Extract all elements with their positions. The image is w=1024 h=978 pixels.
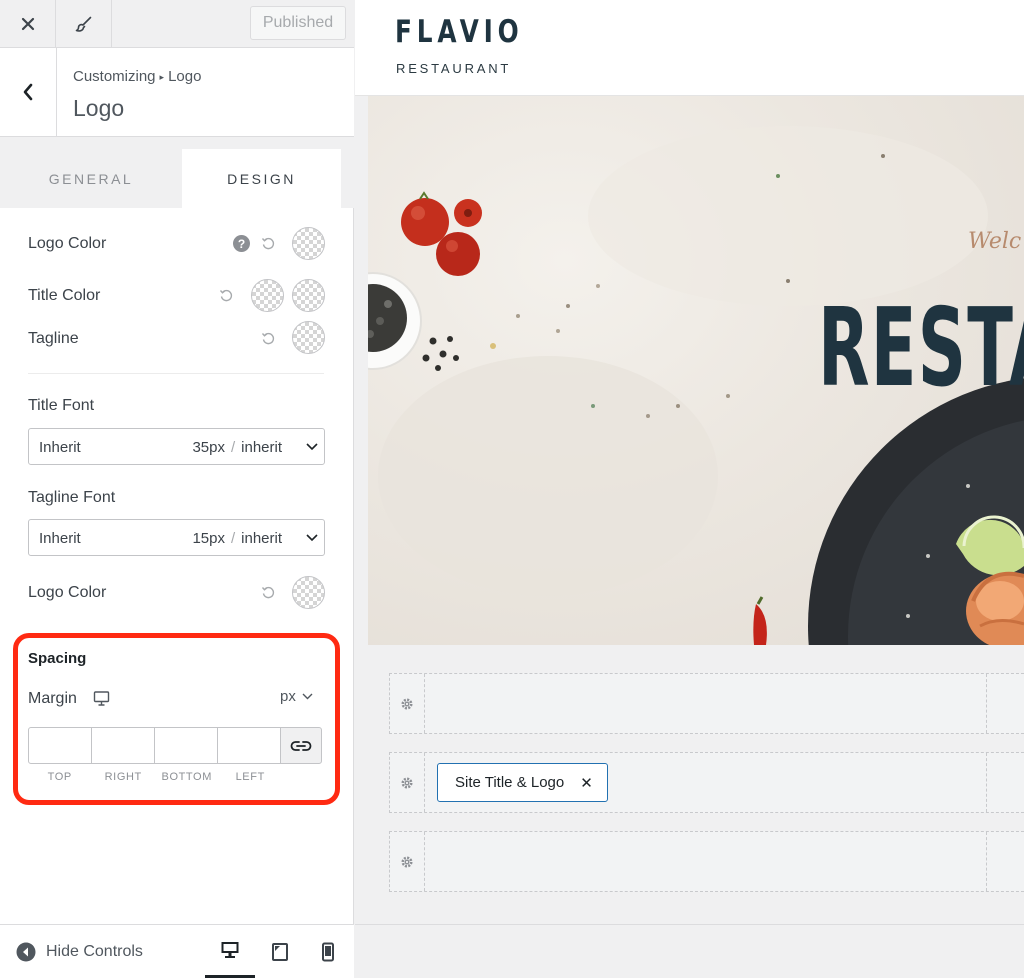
title-font-select[interactable]: Inherit 35px / inherit xyxy=(28,428,325,465)
gear-icon xyxy=(401,856,413,867)
spacing-title: Spacing xyxy=(28,650,87,667)
customizer-footer: Hide Controls xyxy=(0,924,354,978)
divider xyxy=(28,373,324,374)
breadcrumb: Customizing ▸ Logo xyxy=(73,68,201,85)
margin-bottom-input[interactable] xyxy=(154,727,218,764)
caption-bottom: BOTTOM xyxy=(161,771,212,783)
customizer-sidebar: Published Customizing ▸ Logo Logo GENERAL … xyxy=(0,0,354,978)
title-color-swatch[interactable] xyxy=(251,279,284,312)
row-settings-button[interactable] xyxy=(390,753,425,812)
builder-row-top xyxy=(389,673,1024,734)
margin-captions: TOP RIGHT BOTTOM LEFT xyxy=(28,771,282,783)
margin-label: Margin xyxy=(28,690,77,707)
caption-top: TOP xyxy=(47,771,72,783)
breadcrumb-parent: Customizing xyxy=(73,68,156,85)
device-tablet-button[interactable] xyxy=(255,925,305,978)
tagline-color-swatch[interactable] xyxy=(292,321,325,354)
site-preview: FLAVIO RESTAURANT Welc REST Site Title &… xyxy=(355,0,1024,978)
tagline-font-family: Inherit xyxy=(39,530,81,547)
published-button[interactable]: Published xyxy=(250,6,346,40)
reset-icon[interactable] xyxy=(219,288,233,302)
tagline-font-select[interactable]: Inherit 15px / inherit xyxy=(28,519,325,556)
caption-left: LEFT xyxy=(235,771,265,783)
help-icon[interactable]: ? xyxy=(233,235,250,252)
margin-inputs xyxy=(28,727,325,764)
hero-heading: RESTA xyxy=(818,286,1024,411)
logo-color-label-2: Logo Color xyxy=(28,584,107,601)
title-hover-color-swatch[interactable] xyxy=(292,279,325,312)
customizer-topbar: Published xyxy=(0,0,354,48)
brush-icon xyxy=(75,16,91,32)
tab-general[interactable]: GENERAL xyxy=(0,149,182,208)
title-color-label: Title Color xyxy=(28,287,101,304)
builder-row-main: Site Title & Logo ✕ xyxy=(389,752,1024,813)
logo-color-label: Logo Color xyxy=(28,235,107,252)
logo-color-swatch-2[interactable] xyxy=(292,576,325,609)
hero-script-text: Welc xyxy=(968,229,1022,254)
unit-select[interactable]: px xyxy=(280,688,313,705)
customize-brush-button[interactable] xyxy=(56,0,112,47)
tagline-font-size: 15px / inherit xyxy=(192,530,282,547)
link-values-button[interactable] xyxy=(280,727,322,764)
hero-image: Welc RESTA xyxy=(368,96,1024,645)
section-header: Customizing ▸ Logo Logo xyxy=(0,48,354,137)
tagline-font-label: Tagline Font xyxy=(28,489,116,506)
tagline-color-label: Tagline xyxy=(28,330,79,347)
section-title: Logo xyxy=(73,95,125,121)
row-divider xyxy=(986,753,987,812)
site-title-logo-chip[interactable]: Site Title & Logo ✕ xyxy=(437,763,608,802)
chevron-down-icon xyxy=(302,693,313,700)
collapse-arrow-icon xyxy=(16,942,36,962)
title-font-size: 35px / inherit xyxy=(192,439,282,456)
title-font-family: Inherit xyxy=(39,439,81,456)
hide-controls-button[interactable]: Hide Controls xyxy=(16,942,143,962)
logo-color-swatch[interactable] xyxy=(292,227,325,260)
back-button[interactable] xyxy=(0,48,57,136)
desktop-icon xyxy=(221,942,239,958)
gear-icon xyxy=(401,777,413,788)
device-desktop-button[interactable] xyxy=(205,925,255,978)
chevron-left-icon xyxy=(23,83,33,101)
title-font-label: Title Font xyxy=(28,397,95,414)
close-customizer-button[interactable] xyxy=(0,0,56,47)
row-divider xyxy=(986,832,987,891)
unit-value: px xyxy=(280,688,296,705)
gear-icon xyxy=(401,698,413,709)
breadcrumb-child: Logo xyxy=(168,68,202,85)
site-header: FLAVIO RESTAURANT xyxy=(355,0,1024,96)
margin-right-input[interactable] xyxy=(91,727,155,764)
tab-bar: GENERAL DESIGN xyxy=(0,137,354,208)
reset-icon[interactable] xyxy=(261,236,275,250)
preview-footer-bar xyxy=(355,924,1024,978)
header-builder: Site Title & Logo ✕ xyxy=(355,645,1024,925)
row-settings-button[interactable] xyxy=(390,832,425,891)
breadcrumb-separator: ▸ xyxy=(159,72,165,82)
close-icon xyxy=(21,17,34,30)
mobile-icon xyxy=(322,942,334,962)
link-icon xyxy=(290,740,312,751)
margin-top-input[interactable] xyxy=(28,727,92,764)
device-mobile-button[interactable] xyxy=(303,925,353,978)
remove-icon[interactable]: ✕ xyxy=(580,774,593,792)
reset-icon[interactable] xyxy=(261,585,275,599)
margin-left-input[interactable] xyxy=(217,727,281,764)
site-title[interactable]: FLAVIO xyxy=(395,14,524,50)
reset-icon[interactable] xyxy=(261,331,275,345)
builder-row-bottom xyxy=(389,831,1024,892)
site-tagline: RESTAURANT xyxy=(396,61,512,76)
desktop-icon[interactable] xyxy=(93,690,110,707)
chip-label: Site Title & Logo xyxy=(455,774,565,791)
tab-design[interactable]: DESIGN xyxy=(182,149,341,208)
row-divider xyxy=(986,674,987,733)
chevron-down-icon xyxy=(306,534,318,542)
chevron-down-icon xyxy=(306,443,318,451)
caption-right: RIGHT xyxy=(104,771,142,783)
tablet-icon xyxy=(272,943,288,961)
row-settings-button[interactable] xyxy=(390,674,425,733)
hide-controls-label: Hide Controls xyxy=(46,943,143,960)
